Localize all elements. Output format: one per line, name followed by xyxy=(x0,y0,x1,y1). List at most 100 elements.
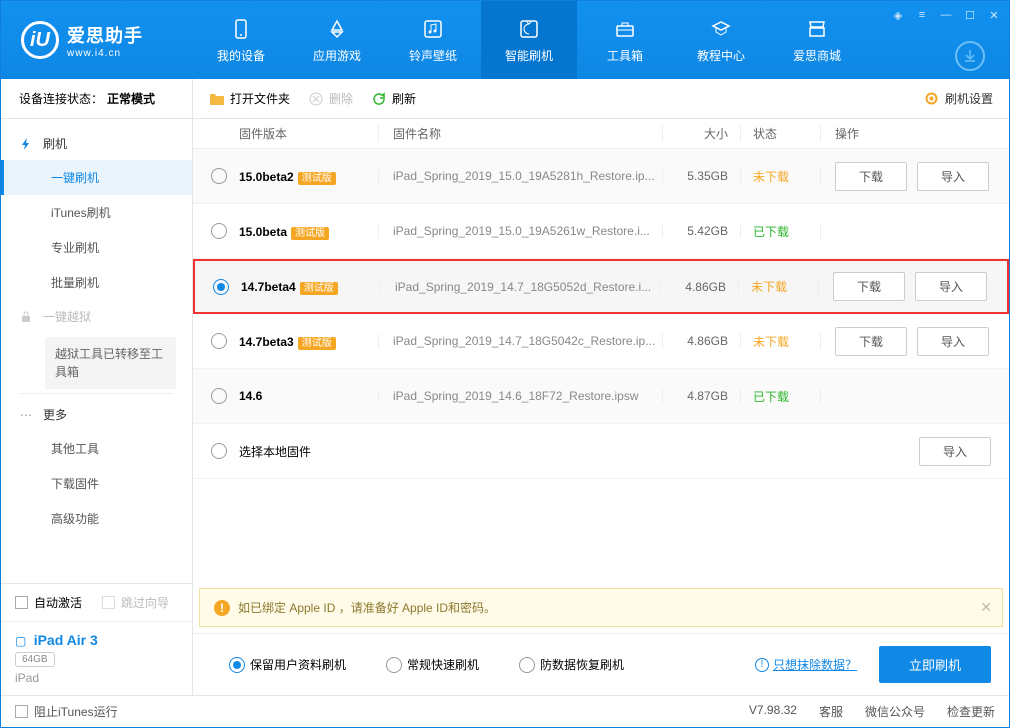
firmware-version: 14.6 xyxy=(239,389,262,403)
delete-icon xyxy=(308,91,324,107)
open-folder-button[interactable]: 打开文件夹 xyxy=(209,90,290,107)
firmware-row[interactable]: 14.7beta4测试版iPad_Spring_2019_14.7_18G505… xyxy=(193,259,1009,314)
support-link[interactable]: 客服 xyxy=(819,703,843,720)
update-link[interactable]: 检查更新 xyxy=(947,703,995,720)
sidebar-item[interactable]: iTunes刷机 xyxy=(1,195,192,230)
skip-guide-label: 跳过向导 xyxy=(121,594,169,611)
import-button[interactable]: 导入 xyxy=(919,437,991,466)
row-radio[interactable] xyxy=(211,223,227,239)
sidebar-item[interactable]: 专业刷机 xyxy=(1,230,192,265)
tablet-icon: ▢ xyxy=(15,634,26,648)
logo-title: 爱思助手 xyxy=(67,22,143,48)
download-button[interactable]: 下载 xyxy=(835,162,907,191)
sidebar-item[interactable]: 下载固件 xyxy=(1,466,192,501)
erase-data-link[interactable]: 只想抹除数据？ xyxy=(773,656,857,673)
wear-icon[interactable]: ◈ xyxy=(887,5,909,25)
jailbreak-note: 越狱工具已转移至工具箱 xyxy=(45,337,176,389)
firmware-row[interactable]: 15.0beta测试版iPad_Spring_2019_15.0_19A5261… xyxy=(193,204,1009,259)
col-version: 固件版本 xyxy=(239,125,379,142)
nav-refresh[interactable]: 智能刷机 xyxy=(481,1,577,79)
nav-shop[interactable]: 爱思商城 xyxy=(769,1,865,79)
nav-phone[interactable]: 我的设备 xyxy=(193,1,289,79)
sidebar-item[interactable]: 一键刷机 xyxy=(1,160,192,195)
close-icon[interactable]: ✕ xyxy=(983,5,1005,25)
firmware-size: 5.35GB xyxy=(663,169,741,183)
minimize-icon[interactable]: — xyxy=(935,5,957,25)
firmware-row[interactable]: 14.7beta3测试版iPad_Spring_2019_14.7_18G504… xyxy=(193,314,1009,369)
block-itunes-checkbox[interactable] xyxy=(15,705,28,718)
option-radio[interactable] xyxy=(229,657,245,673)
firmware-name: iPad_Spring_2019_15.0_19A5281h_Restore.i… xyxy=(379,169,663,183)
firmware-name: iPad_Spring_2019_14.6_18F72_Restore.ipsw xyxy=(379,389,663,403)
options-bar: 保留用户资料刷机常规快速刷机防数据恢复刷机 ! 只想抹除数据？ 立即刷机 xyxy=(193,633,1009,695)
firmware-size: 4.87GB xyxy=(663,389,741,403)
import-button[interactable]: 导入 xyxy=(915,272,987,301)
sidebar-item[interactable]: 批量刷机 xyxy=(1,265,192,300)
sidebar-head-more[interactable]: ⋯ 更多 xyxy=(1,398,192,431)
auto-activate-label: 自动激活 xyxy=(34,594,82,611)
device-capacity: 64GB xyxy=(15,652,55,667)
nav-music[interactable]: 铃声壁纸 xyxy=(385,1,481,79)
firmware-version: 14.7beta3 xyxy=(239,335,294,349)
device-panel[interactable]: ▢ iPad Air 3 64GB iPad xyxy=(1,622,192,695)
firmware-row[interactable]: 14.6 iPad_Spring_2019_14.6_18F72_Restore.… xyxy=(193,369,1009,424)
download-manager-icon[interactable] xyxy=(955,41,985,71)
refresh-button[interactable]: 刷新 xyxy=(371,90,416,107)
row-radio[interactable] xyxy=(211,443,227,459)
logo-subtitle: www.i4.cn xyxy=(67,48,143,59)
auto-activate-checkbox[interactable] xyxy=(15,596,28,609)
col-size: 大小 xyxy=(663,125,741,142)
refresh-icon xyxy=(371,91,387,107)
lock-icon xyxy=(19,310,33,324)
beta-badge: 测试版 xyxy=(298,337,336,350)
download-button[interactable]: 下载 xyxy=(833,272,905,301)
firmware-status: 未下载 xyxy=(739,278,819,295)
flash-now-button[interactable]: 立即刷机 xyxy=(879,646,991,683)
folder-icon xyxy=(209,91,225,107)
option-radio[interactable] xyxy=(386,657,402,673)
connection-value: 正常模式 xyxy=(107,90,155,107)
firmware-row[interactable]: 15.0beta2测试版iPad_Spring_2019_15.0_19A528… xyxy=(193,149,1009,204)
sidebar-item[interactable]: 高级功能 xyxy=(1,501,192,536)
device-type: iPad xyxy=(15,671,178,685)
local-firmware-row[interactable]: 选择本地固件导入 xyxy=(193,424,1009,479)
nav-toolbox[interactable]: 工具箱 xyxy=(577,1,673,79)
flash-option[interactable]: 常规快速刷机 xyxy=(368,656,479,673)
skip-guide-checkbox[interactable] xyxy=(102,596,115,609)
firmware-status: 未下载 xyxy=(741,333,821,350)
phone-icon xyxy=(229,17,253,41)
sidebar-item[interactable]: 其他工具 xyxy=(1,431,192,466)
option-radio[interactable] xyxy=(519,657,535,673)
window-controls: ◈ ≡ — ☐ ✕ xyxy=(887,5,1005,25)
block-itunes-label: 阻止iTunes运行 xyxy=(34,703,118,720)
firmware-size: 5.42GB xyxy=(663,224,741,238)
row-radio[interactable] xyxy=(211,388,227,404)
row-radio[interactable] xyxy=(211,168,227,184)
menu-icon[interactable]: ≡ xyxy=(911,5,933,25)
sidebar-head-flash[interactable]: 刷机 xyxy=(1,127,192,160)
wechat-link[interactable]: 微信公众号 xyxy=(865,703,925,720)
import-button[interactable]: 导入 xyxy=(917,327,989,356)
sidebar-head-jailbreak: 一键越狱 xyxy=(1,300,192,333)
delete-button[interactable]: 删除 xyxy=(308,90,353,107)
flash-option[interactable]: 防数据恢复刷机 xyxy=(501,656,624,673)
import-button[interactable]: 导入 xyxy=(917,162,989,191)
maximize-icon[interactable]: ☐ xyxy=(959,5,981,25)
beta-badge: 测试版 xyxy=(291,227,329,240)
download-button[interactable]: 下载 xyxy=(835,327,907,356)
flash-option[interactable]: 保留用户资料刷机 xyxy=(211,656,346,673)
connection-status: 设备连接状态： 正常模式 xyxy=(1,79,192,119)
firmware-size: 4.86GB xyxy=(661,280,739,294)
gear-icon xyxy=(924,91,940,107)
device-name: iPad Air 3 xyxy=(34,632,98,648)
nav-apps[interactable]: 应用游戏 xyxy=(289,1,385,79)
shop-icon xyxy=(805,17,829,41)
firmware-version: 14.7beta4 xyxy=(241,280,296,294)
firmware-status: 已下载 xyxy=(741,223,821,240)
row-radio[interactable] xyxy=(213,279,229,295)
row-radio[interactable] xyxy=(211,333,227,349)
col-status: 状态 xyxy=(741,125,821,142)
nav-tutorial[interactable]: 教程中心 xyxy=(673,1,769,79)
close-warning-icon[interactable]: ✕ xyxy=(980,599,992,616)
flash-settings-button[interactable]: 刷机设置 xyxy=(924,90,993,107)
